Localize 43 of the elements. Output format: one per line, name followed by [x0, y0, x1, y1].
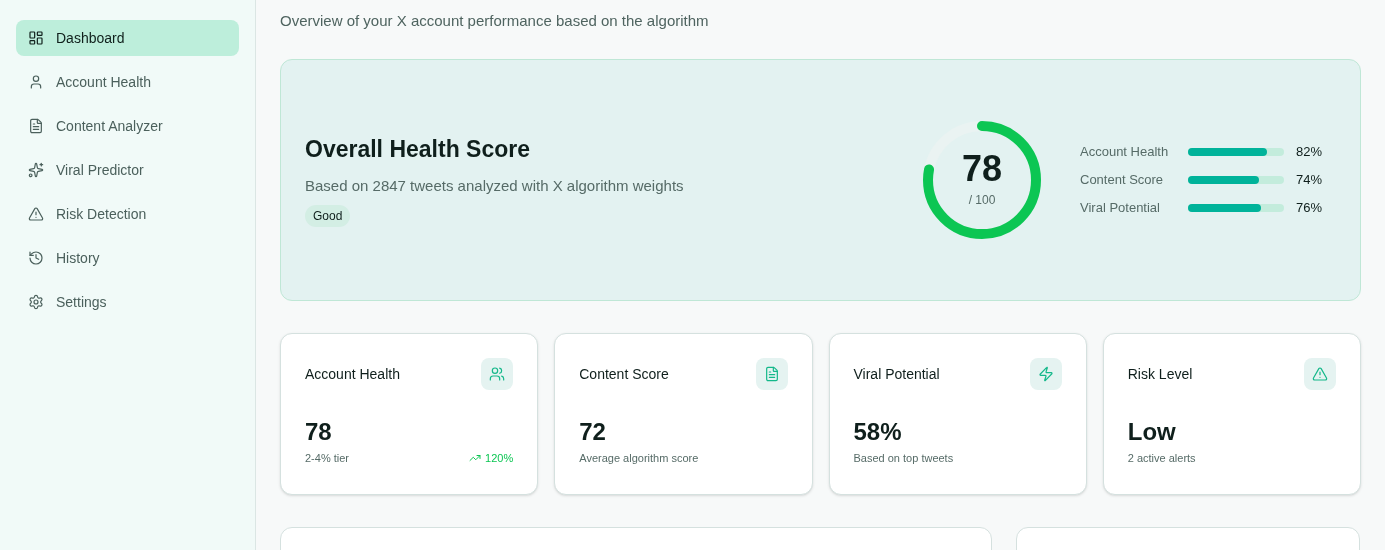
sidebar-item[interactable]: Risk Detection: [16, 196, 239, 232]
metric-value: 74%: [1296, 170, 1323, 189]
metric-value: 82%: [1296, 142, 1323, 161]
score-max: / 100: [968, 191, 996, 209]
user-icon: [28, 74, 44, 90]
score-value: 78: [961, 150, 1002, 187]
sidebar-item[interactable]: Account Health: [16, 64, 239, 100]
sidebar-item[interactable]: History: [16, 240, 239, 276]
metric-value: 76%: [1296, 198, 1323, 217]
status-badge: Good: [305, 205, 351, 227]
warning-icon: [1312, 365, 1328, 382]
metric-label: Content Score: [1080, 170, 1165, 189]
page-subtitle: Overview of your X account performance based on the algorithm: [280, 11, 710, 31]
stat-value: Low: [1127, 419, 1177, 444]
card-title: Overall Health Score: [305, 135, 531, 164]
trend-value: 120%: [485, 450, 514, 466]
card-description: Based on 2847 tweets analyzed with X algorithm weights: [305, 175, 685, 196]
users-icon: [489, 365, 506, 382]
metric-label: Account Health: [1080, 142, 1170, 161]
stat-title: Content Score: [579, 364, 669, 384]
stat-value: 58%: [853, 419, 903, 444]
stat-title: Risk Level: [1127, 364, 1193, 384]
stat-title: Viral Potential: [853, 364, 940, 384]
settings-icon: [28, 294, 44, 310]
sidebar-item[interactable]: Content Analyzer: [16, 108, 239, 144]
stat-title: Account Health: [305, 364, 400, 384]
stat-value: 78: [305, 419, 333, 444]
sidebar-item[interactable]: Viral Predictor: [16, 152, 239, 188]
lightning-icon: [1037, 365, 1054, 382]
stat-value: 72: [579, 419, 607, 444]
stat-caption: 2 active alerts: [1127, 450, 1196, 466]
metric-label: Viral Potential: [1080, 198, 1161, 217]
sparkles-icon: [28, 162, 44, 178]
stat-caption: Based on top tweets: [853, 450, 954, 466]
document-icon: [763, 365, 780, 382]
dashboard-icon: [28, 30, 44, 46]
stat-caption: Average algorithm score: [579, 450, 699, 466]
sidebar-item[interactable]: Dashboard: [16, 20, 239, 56]
stat-caption: 2-4% tier: [305, 450, 350, 466]
document-icon: [28, 118, 44, 134]
warning-icon: [28, 206, 44, 222]
history-icon: [28, 250, 44, 266]
sidebar-item[interactable]: Settings: [16, 284, 239, 320]
